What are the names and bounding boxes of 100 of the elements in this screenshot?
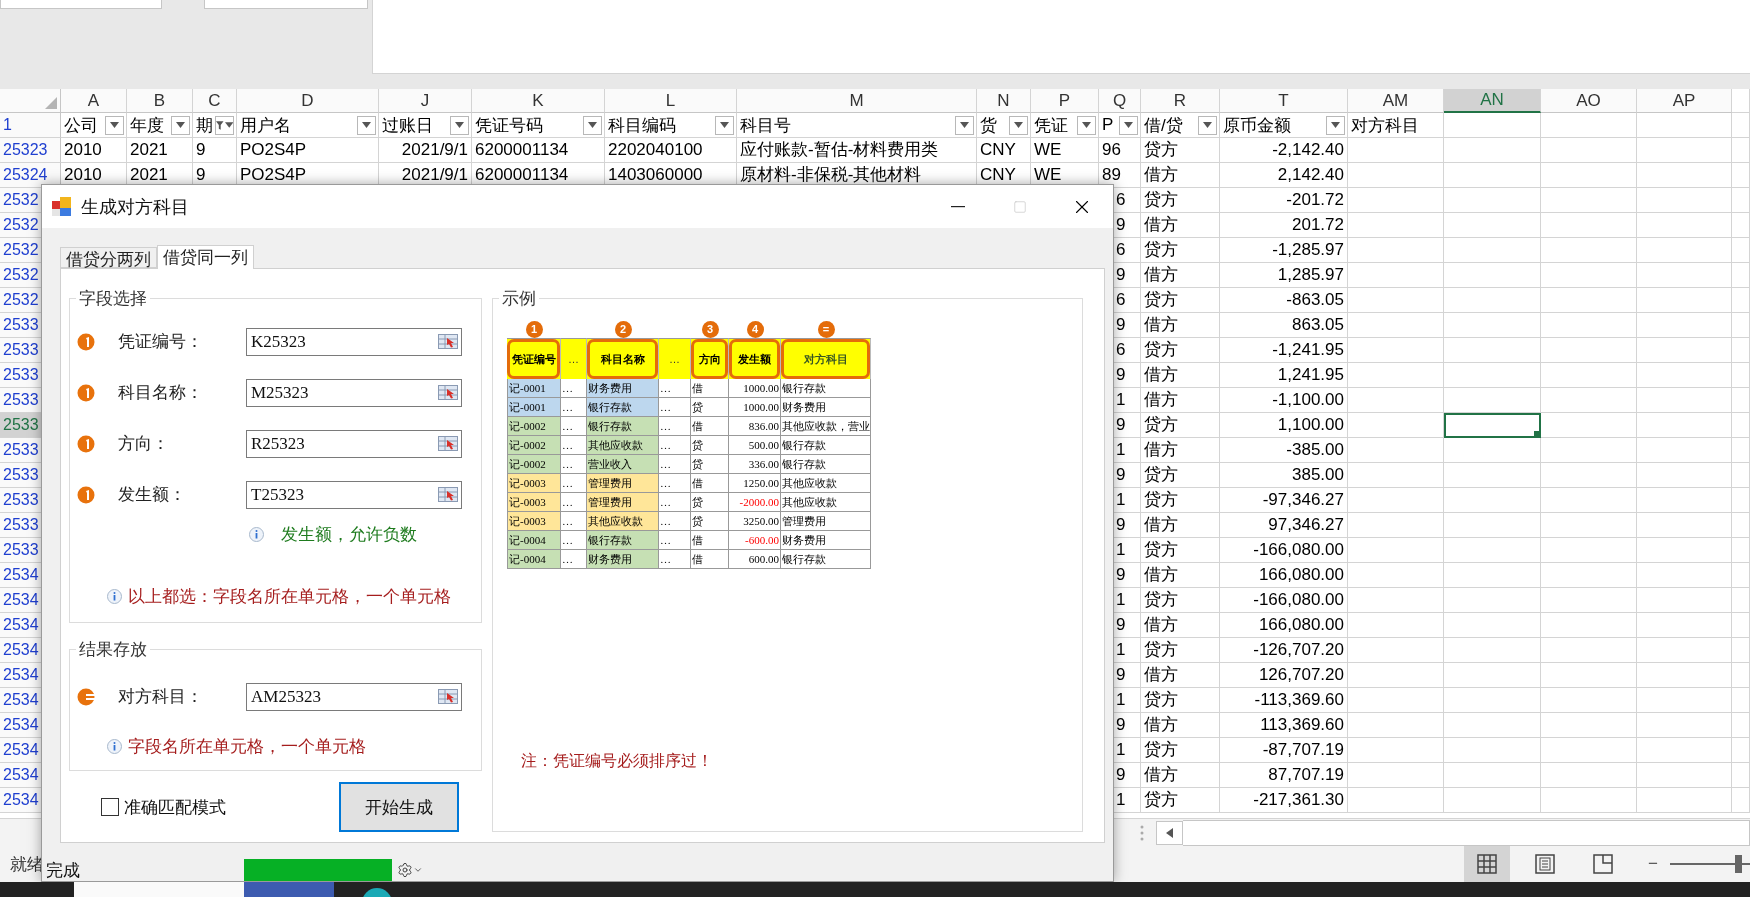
caret-icon [1082,122,1091,128]
table-cell: PO2S4P [237,138,379,163]
table-cell: … [561,474,587,493]
checkbox[interactable] [101,798,119,816]
caret-icon [1014,122,1023,128]
cell-reference-field[interactable]: R25323 [246,429,462,458]
cell-reference-field[interactable]: T25323 [246,480,462,509]
table-cell: WE [1031,138,1099,163]
table-cell: 记-0001 [507,379,561,398]
filter-button[interactable] [105,115,124,135]
column-header[interactable]: Q [1099,89,1141,113]
column-header[interactable]: AP [1637,89,1732,113]
group-title: 结果存放 [78,639,148,661]
column-heading: 公司 [64,114,98,137]
column-header[interactable]: D [237,89,379,113]
column-header[interactable]: AO [1541,89,1637,113]
cell-reference-field[interactable]: AM25323 [246,682,462,711]
table-cell: 银行存款 [781,455,871,474]
range-picker-button[interactable] [438,688,458,704]
zoom-out-button[interactable]: − [1642,854,1664,874]
table-cell: 贷方 [1141,288,1220,313]
column-header[interactable]: J [379,89,472,113]
table-cell: -600.00 [729,531,781,550]
table-cell: 借方 [1141,613,1220,638]
filter-button[interactable] [955,115,974,135]
filter-button[interactable] [450,115,469,135]
column-header[interactable]: N [977,89,1031,113]
info-icon [107,738,122,754]
range-picker-button[interactable] [438,435,458,451]
tab[interactable]: 借贷分两列 [60,247,157,268]
filter-button[interactable] [1198,115,1217,135]
table-cell: 银行存款 [781,379,871,398]
filter-button[interactable] [1009,115,1028,135]
table-cell: 贷方 [1141,538,1220,563]
table-cell: 贷方 [1141,238,1220,263]
table-cell: CNY [977,138,1031,163]
start-button[interactable]: 开始生成 [339,782,459,832]
table-cell: 贷方 [1141,488,1220,513]
filter-active-button[interactable] [215,115,234,135]
table-cell: 借方 [1141,163,1220,188]
caret-icon [362,122,371,128]
column-header[interactable]: T [1220,89,1348,113]
table-cell: 记-0002 [507,417,561,436]
filter-button[interactable] [1077,115,1096,135]
column-header[interactable]: AM [1348,89,1444,113]
table-cell: 银行存款 [587,531,659,550]
table-cell: 记-0004 [507,531,561,550]
table-cell: -201.72 [1220,188,1348,213]
table-cell: 2010 [61,138,127,163]
column-heading: 科目号 [740,114,791,137]
table-cell: 营业收入 [587,455,659,474]
table-cell: 贷 [691,436,729,455]
filter-button[interactable] [715,115,734,135]
filter-button[interactable] [1119,115,1138,135]
view-button[interactable] [1464,846,1511,882]
column-header[interactable]: AN [1444,89,1541,113]
column-heading: 年度 [130,114,164,137]
table-cell: 500.00 [729,436,781,455]
filter-button[interactable] [357,115,376,135]
table-cell: -87,707.19 [1220,738,1348,763]
table-cell: 银行存款 [587,398,659,417]
taskbar-search-field[interactable] [74,882,244,897]
table-cell: 其他应收款，营业 [781,417,871,436]
scroll-left-button[interactable] [1156,820,1183,845]
table-cell: 贷方 [1141,588,1220,613]
row-number[interactable]: 25323 [0,138,61,163]
filter-button[interactable] [1326,115,1345,135]
filter-button[interactable] [171,115,190,135]
tab[interactable]: 借贷同一列 [157,245,254,269]
column-heading: 原币金额 [1223,114,1291,137]
table-cell: -1,100.00 [1220,388,1348,413]
column-header[interactable]: R [1141,89,1220,113]
cell-reference-field[interactable]: K25323 [246,327,462,356]
corner-triangle-icon [45,97,57,109]
column-header[interactable]: M [737,89,977,113]
column-header[interactable]: P [1031,89,1099,113]
table-cell: 其他应收款 [587,512,659,531]
column-header[interactable]: L [605,89,737,113]
selected-cell[interactable] [1444,413,1541,438]
row-number[interactable]: 25324 [0,163,61,188]
range-picker-button[interactable] [438,333,458,349]
range-picker-button[interactable] [438,486,458,502]
range-picker-button[interactable] [438,384,458,400]
row-number[interactable]: 1 [0,113,61,138]
range-picker-icon [438,486,458,502]
horizontal-scrollbar[interactable] [1183,819,1750,846]
slider-thumb[interactable] [1735,855,1742,873]
column-header[interactable]: K [472,89,605,113]
range-picker-icon [438,435,458,451]
step-number-badge: 2 [614,320,632,338]
group-title: 字段选择 [78,288,148,310]
table-cell: … [659,379,691,398]
column-header[interactable]: A [61,89,127,113]
table-cell: 记-0004 [507,550,561,569]
left-triangle-icon [1166,827,1173,838]
column-header[interactable]: C [193,89,237,113]
column-header[interactable]: B [127,89,193,113]
filter-button[interactable] [583,115,602,135]
cell-reference-field[interactable]: M25323 [246,378,462,407]
settings-button[interactable] [397,862,423,878]
